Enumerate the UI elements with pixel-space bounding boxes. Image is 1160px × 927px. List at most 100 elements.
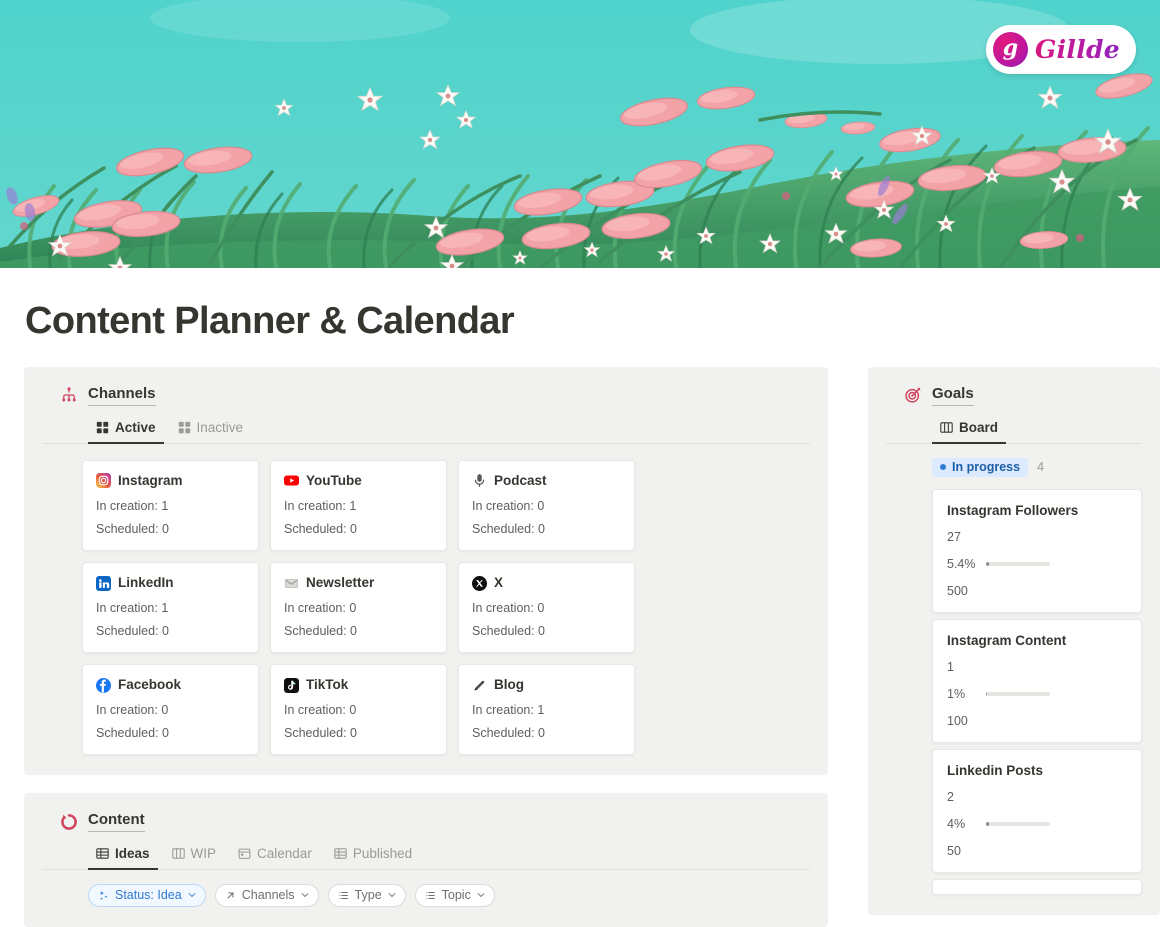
scheduled-line: Scheduled: 0 <box>96 521 169 536</box>
list-icon <box>425 891 435 899</box>
filter-label: Topic <box>441 888 471 903</box>
scheduled-line: Scheduled: 0 <box>96 624 169 639</box>
filter-label: Status: Idea <box>115 888 182 903</box>
scheduled-line: Scheduled: 0 <box>96 726 169 741</box>
chevron-down-icon <box>301 893 308 898</box>
board-icon <box>940 422 953 433</box>
goal-progress: 5.4% <box>947 557 1127 571</box>
sparkle-icon <box>99 890 108 900</box>
channels-header: Channels <box>42 385 810 406</box>
page-body: Content Planner & Calendar Channels Acti… <box>0 300 1160 927</box>
goal-percent: 5.4% <box>947 556 976 571</box>
channel-name: YouTube <box>306 472 362 488</box>
goals-status-row: In progress 4 <box>886 457 1142 477</box>
status-label: In progress <box>952 459 1021 474</box>
channel-card-youtube[interactable]: YouTube In creation: 1 Scheduled: 0 <box>270 459 447 551</box>
pencil-icon <box>474 680 485 691</box>
channel-card-list: Instagram In creation: 1 Scheduled: 0 Yo… <box>42 459 810 756</box>
channel-card-tiktok[interactable]: TikTok In creation: 0 Scheduled: 0 <box>270 664 447 756</box>
goal-title: Linkedin Posts <box>947 762 1044 778</box>
channel-card-podcast[interactable]: Podcast In creation: 0 Scheduled: 0 <box>458 459 635 551</box>
channel-card-linkedin[interactable]: LinkedIn In creation: 1 Scheduled: 0 <box>82 561 259 654</box>
channels-tabs: Active Inactive <box>42 416 810 444</box>
tab-label: WIP <box>190 846 217 862</box>
content-filter-bar: Status: Idea Channels Type Topic <box>42 884 810 908</box>
channel-card-newsletter[interactable]: Newsletter In creation: 0 Scheduled: 0 <box>270 561 447 654</box>
channel-card-instagram[interactable]: Instagram In creation: 1 Scheduled: 0 <box>82 459 259 551</box>
table-icon <box>334 848 347 859</box>
page-title: Content Planner & Calendar <box>25 300 515 342</box>
status-dot-icon <box>940 463 946 470</box>
youtube-icon <box>284 475 299 486</box>
tab-ideas[interactable]: Ideas <box>88 842 158 871</box>
scheduled-line: Scheduled: 0 <box>472 521 545 536</box>
tab-board[interactable]: Board <box>932 416 1007 444</box>
chevron-down-icon <box>477 893 485 898</box>
filter-topic[interactable]: Topic <box>414 884 495 908</box>
filter-type[interactable]: Type <box>327 884 406 908</box>
in-creation-line: In creation: 1 <box>96 601 169 616</box>
scheduled-line: Scheduled: 0 <box>472 624 545 639</box>
channel-card-facebook[interactable]: Facebook In creation: 0 Scheduled: 0 <box>82 664 259 756</box>
channel-name: Podcast <box>494 472 547 488</box>
target-icon <box>905 388 921 404</box>
in-creation-line: In creation: 0 <box>472 498 545 513</box>
card-header: Instagram <box>96 473 245 489</box>
scheduled-line: Scheduled: 0 <box>472 726 545 741</box>
filter-status[interactable]: Status: Idea <box>88 884 206 908</box>
gallery-icon <box>178 421 190 433</box>
status-count: 4 <box>1037 460 1045 475</box>
in-creation-line: In creation: 0 <box>96 703 169 718</box>
goals-panel: Goals Board In progress 4 Instagram Foll… <box>868 367 1160 915</box>
channels-panel: Channels Active Inactive Instagram In cr… <box>24 367 828 776</box>
tab-label: Ideas <box>115 846 150 862</box>
channel-name: X <box>494 574 504 590</box>
channel-card-blog[interactable]: Blog In creation: 1 Scheduled: 0 <box>458 664 635 756</box>
instagram-icon <box>96 473 111 489</box>
envelope-icon <box>284 578 299 588</box>
hero-banner: g Gillde <box>0 0 1160 268</box>
goal-target: 50 <box>947 843 961 858</box>
tab-inactive[interactable]: Inactive <box>170 416 252 443</box>
goal-percent: 4% <box>947 816 966 831</box>
main-columns: Channels Active Inactive Instagram In cr… <box>24 367 1160 927</box>
brand-logo[interactable]: g Gillde <box>985 25 1136 74</box>
status-badge-in-progress[interactable]: In progress <box>932 457 1029 477</box>
card-header: LinkedIn <box>96 575 245 591</box>
tab-label: Inactive <box>196 419 244 435</box>
goal-card-list: Instagram Followers 27 5.4% 500 Instagra… <box>886 488 1142 895</box>
list-icon <box>338 891 348 899</box>
tab-wip[interactable]: WIP <box>164 842 225 869</box>
in-creation-line: In creation: 0 <box>284 703 357 718</box>
goal-title: Instagram Content <box>947 632 1067 648</box>
channels-title: Channels <box>88 385 156 406</box>
meadow-illustration <box>0 0 1160 268</box>
filter-label: Channels <box>241 888 295 903</box>
tab-label: Active <box>115 419 156 435</box>
facebook-icon <box>96 677 111 693</box>
channel-name: LinkedIn <box>118 574 174 590</box>
board-icon <box>171 848 185 859</box>
in-creation-line: In creation: 1 <box>284 498 357 513</box>
tab-published[interactable]: Published <box>326 842 420 869</box>
goal-card[interactable]: Linkedin Posts 2 4% 50 <box>932 748 1142 873</box>
goal-target: 500 <box>947 583 968 598</box>
goal-card[interactable]: Instagram Followers 27 5.4% 500 <box>932 488 1142 613</box>
hierarchy-icon <box>62 387 76 402</box>
channel-name: Facebook <box>118 677 182 693</box>
goal-card-partial[interactable] <box>932 878 1142 895</box>
tab-calendar[interactable]: Calendar <box>230 842 320 869</box>
goal-card[interactable]: Instagram Content 1 1% 100 <box>932 618 1142 743</box>
refresh-icon <box>61 813 77 830</box>
channel-name: Newsletter <box>306 574 375 590</box>
channel-card-x[interactable]: X In creation: 0 Scheduled: 0 <box>458 561 635 654</box>
tab-active[interactable]: Active <box>88 416 164 444</box>
channel-name: TikTok <box>306 677 349 693</box>
goal-target: 100 <box>947 713 968 728</box>
filter-channels[interactable]: Channels <box>214 884 319 908</box>
in-creation-line: In creation: 1 <box>472 703 545 718</box>
chevron-down-icon <box>388 893 396 898</box>
goal-current: 2 <box>947 789 954 804</box>
scheduled-line: Scheduled: 0 <box>284 624 357 639</box>
content-title: Content <box>88 811 145 833</box>
